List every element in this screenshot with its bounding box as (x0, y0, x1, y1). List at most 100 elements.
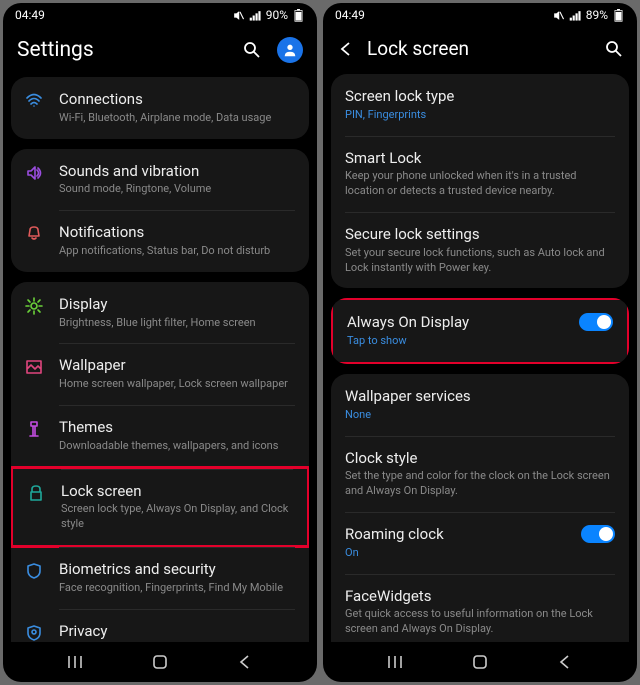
settings-item-wallpaper[interactable]: Wallpaper Home screen wallpaper, Lock sc… (11, 343, 309, 405)
item-subtitle: Set the type and color for the clock on … (345, 469, 615, 499)
privacy-icon (25, 624, 43, 642)
settings-group: Always On Display Tap to show (331, 298, 629, 364)
item-subtitle: Sound mode, Ringtone, Volume (59, 182, 295, 197)
item-subtitle: Wi-Fi, Bluetooth, Airplane mode, Data us… (59, 111, 295, 126)
item-subtitle: App notifications, Status bar, Do not di… (59, 244, 295, 259)
back-button[interactable] (235, 652, 255, 672)
brightness-icon (25, 297, 43, 315)
settings-group: Wallpaper services None Clock style Set … (331, 374, 629, 642)
page-title: Lock screen (367, 37, 593, 60)
settings-item-privacy[interactable]: Privacy Permission manager (11, 609, 309, 642)
recents-button[interactable] (385, 652, 405, 672)
bell-icon (25, 225, 43, 243)
item-subtitle: Home screen wallpaper, Lock screen wallp… (59, 377, 295, 392)
item-subtitle: Brightness, Blue light filter, Home scre… (59, 316, 295, 331)
settings-item-wallpaper-services[interactable]: Wallpaper services None (331, 374, 629, 436)
signal-icon (569, 9, 582, 22)
item-subtitle: Downloadable themes, wallpapers, and ico… (59, 439, 295, 454)
home-button[interactable] (150, 652, 170, 672)
home-button[interactable] (470, 652, 490, 672)
settings-item-roaming-clock[interactable]: Roaming clock On (331, 512, 629, 574)
item-label: Wallpaper (59, 356, 295, 375)
status-time: 04:49 (15, 8, 45, 22)
toggle-switch[interactable] (579, 313, 613, 331)
themes-icon (25, 420, 43, 438)
item-label: Smart Lock (345, 149, 615, 168)
settings-group: Screen lock type PIN, Fingerprints Smart… (331, 74, 629, 288)
status-bar: 04:49 90% (3, 3, 317, 27)
nav-bar (323, 642, 637, 682)
settings-group: Connections Wi-Fi, Bluetooth, Airplane m… (11, 77, 309, 139)
sound-icon (25, 164, 43, 182)
settings-item-biometrics-and-security[interactable]: Biometrics and security Face recognition… (11, 547, 309, 609)
recents-button[interactable] (65, 652, 85, 672)
item-label: Roaming clock (345, 525, 573, 544)
item-label: Lock screen (61, 482, 293, 501)
settings-item-display[interactable]: Display Brightness, Blue light filter, H… (11, 282, 309, 344)
status-icons: 89% (552, 8, 625, 22)
lock-icon (27, 484, 45, 502)
wallpaper-icon (25, 358, 43, 376)
settings-item-connections[interactable]: Connections Wi-Fi, Bluetooth, Airplane m… (11, 77, 309, 139)
item-subtitle: None (345, 408, 615, 423)
settings-item-clock-style[interactable]: Clock style Set the type and color for t… (331, 436, 629, 512)
signal-icon (249, 9, 262, 22)
item-subtitle: Face recognition, Fingerprints, Find My … (59, 581, 295, 596)
nav-bar (3, 642, 317, 682)
settings-group: Sounds and vibration Sound mode, Rington… (11, 149, 309, 272)
wifi-icon (25, 92, 43, 110)
settings-group: Display Brightness, Blue light filter, H… (11, 282, 309, 642)
item-label: Notifications (59, 223, 295, 242)
item-subtitle: Set your secure lock functions, such as … (345, 246, 615, 276)
item-label: Screen lock type (345, 87, 615, 106)
settings-item-always-on-display[interactable]: Always On Display Tap to show (331, 298, 629, 364)
item-subtitle: On (345, 546, 573, 561)
item-label: Privacy (59, 622, 295, 641)
page-title: Settings (17, 38, 231, 62)
item-label: Clock style (345, 449, 615, 468)
mute-icon (552, 9, 565, 22)
status-bar: 04:49 89% (323, 3, 637, 27)
item-label: Secure lock settings (345, 225, 615, 244)
battery-percent: 90% (266, 8, 288, 22)
search-icon[interactable] (243, 41, 261, 59)
settings-item-themes[interactable]: Themes Downloadable themes, wallpapers, … (11, 405, 309, 467)
settings-screen: 04:49 90% Settings Connections Wi-Fi, Bl… (3, 3, 317, 682)
lockscreen-settings-screen: 04:49 89% Lock screen Screen lock type P… (323, 3, 637, 682)
battery-percent: 89% (586, 8, 608, 22)
shield-icon (25, 562, 43, 580)
item-subtitle: Screen lock type, Always On Display, and… (61, 502, 293, 532)
item-label: Biometrics and security (59, 560, 295, 579)
lockscreen-list[interactable]: Screen lock type PIN, Fingerprints Smart… (323, 74, 637, 642)
item-label: Always On Display (347, 313, 571, 332)
toggle-switch[interactable] (581, 525, 615, 543)
settings-item-facewidgets[interactable]: FaceWidgets Get quick access to useful i… (331, 574, 629, 642)
back-button[interactable] (555, 652, 575, 672)
item-subtitle: Tap to show (347, 334, 571, 349)
item-label: Display (59, 295, 295, 314)
settings-item-lock-screen[interactable]: Lock screen Screen lock type, Always On … (11, 466, 309, 548)
item-label: Sounds and vibration (59, 162, 295, 181)
search-icon[interactable] (605, 40, 623, 58)
item-label: Themes (59, 418, 295, 437)
settings-item-smart-lock[interactable]: Smart Lock Keep your phone unlocked when… (331, 136, 629, 212)
status-time: 04:49 (335, 8, 365, 22)
header: Lock screen (323, 27, 637, 74)
account-avatar[interactable] (277, 37, 303, 63)
item-subtitle: Get quick access to useful information o… (345, 607, 615, 637)
settings-item-secure-lock-settings[interactable]: Secure lock settings Set your secure loc… (331, 212, 629, 288)
battery-icon (612, 9, 625, 22)
battery-icon (292, 9, 305, 22)
settings-item-sounds-and-vibration[interactable]: Sounds and vibration Sound mode, Rington… (11, 149, 309, 211)
header: Settings (3, 27, 317, 77)
item-subtitle: Keep your phone unlocked when it's in a … (345, 169, 615, 199)
item-label: FaceWidgets (345, 587, 615, 606)
settings-item-notifications[interactable]: Notifications App notifications, Status … (11, 210, 309, 272)
item-subtitle: PIN, Fingerprints (345, 108, 615, 123)
back-icon[interactable] (337, 40, 355, 58)
status-icons: 90% (232, 8, 305, 22)
settings-item-screen-lock-type[interactable]: Screen lock type PIN, Fingerprints (331, 74, 629, 136)
item-label: Wallpaper services (345, 387, 615, 406)
item-label: Connections (59, 90, 295, 109)
settings-list[interactable]: Connections Wi-Fi, Bluetooth, Airplane m… (3, 77, 317, 642)
